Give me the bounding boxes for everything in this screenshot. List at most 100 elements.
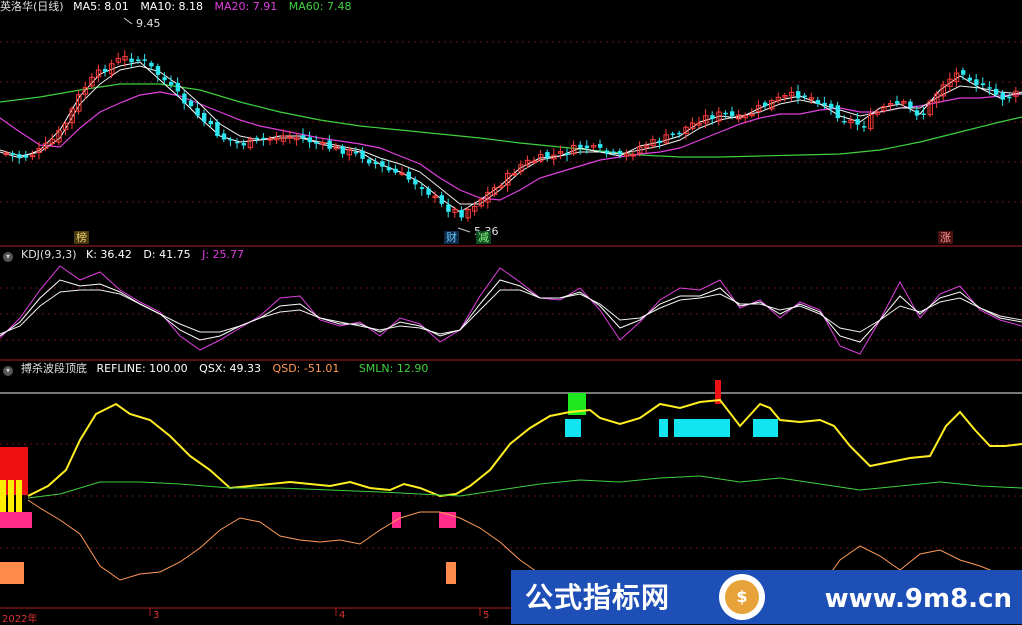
- candle-body: [419, 187, 425, 189]
- event-tag-cai[interactable]: 财: [444, 231, 459, 244]
- candle-body: [413, 179, 418, 185]
- candle-body: [835, 105, 840, 119]
- candle-body: [895, 101, 900, 104]
- ma10-label: MA10: 8.18: [140, 0, 204, 13]
- candle-body: [1007, 96, 1012, 99]
- collapse-icon[interactable]: ▾: [3, 252, 13, 262]
- cyan-bar-2: [659, 419, 668, 437]
- candle-body: [406, 171, 411, 180]
- grid-bottom: [0, 443, 1022, 549]
- x-axis-label-mar: 3: [153, 610, 160, 621]
- candle-body: [327, 140, 332, 149]
- kdj-k-label: K: 36.42: [86, 248, 132, 261]
- event-tag-zhang[interactable]: 涨: [938, 231, 953, 244]
- high-price-label: 9.45: [136, 17, 161, 30]
- ma20-line: [0, 91, 1022, 201]
- candle-body: [188, 100, 194, 107]
- magenta-bar-left: [0, 512, 32, 528]
- event-tag-jian[interactable]: 减: [476, 231, 491, 244]
- candle-body: [235, 141, 240, 144]
- candle-body: [228, 139, 233, 141]
- candle-body: [386, 167, 392, 171]
- candle-body: [261, 137, 266, 140]
- candle-body: [914, 110, 920, 116]
- orange-bar-1: [446, 562, 456, 584]
- candle-body: [215, 122, 220, 137]
- watermark-left-text: 公式指标网: [525, 581, 671, 614]
- candle-body: [598, 144, 603, 148]
- candle-body: [829, 103, 834, 109]
- candle-body: [994, 88, 999, 95]
- refline-label: REFLINE: 100.00: [96, 362, 188, 375]
- event-tag-bang[interactable]: 榜: [74, 231, 89, 244]
- candle-body: [974, 79, 979, 86]
- candle-body: [307, 137, 312, 143]
- candle-body: [162, 77, 167, 81]
- candle-body: [815, 100, 821, 105]
- candle-body: [545, 152, 550, 158]
- candle-body: [393, 168, 398, 173]
- candle-body: [855, 119, 860, 125]
- candle-body: [360, 150, 365, 159]
- ma20-label: MA20: 7.91: [214, 0, 278, 13]
- candle-body: [796, 91, 801, 99]
- candle-body: [677, 132, 682, 135]
- ma10-line: [0, 65, 1022, 205]
- candle-body: [142, 59, 147, 61]
- kdj-j-label: J: 25.77: [202, 248, 245, 261]
- candle-body: [657, 140, 662, 144]
- candle-body: [604, 150, 609, 154]
- x-axis-label-may: 5: [483, 610, 490, 621]
- qsx-line: [27, 398, 1022, 498]
- candle-body: [908, 101, 913, 108]
- orange-bar-left: [0, 562, 24, 584]
- candle-body: [710, 115, 715, 119]
- candle-body: [723, 112, 728, 115]
- candle-body: [426, 188, 431, 195]
- kdj-j-line: [0, 265, 1022, 355]
- collapse-icon[interactable]: ▾: [3, 366, 13, 376]
- bottom-panel-header: ▾ 搏杀波段顶底 REFLINE: 100.00 QSX: 49.33 QSD: …: [0, 362, 436, 376]
- candle-body: [175, 82, 180, 92]
- candle-body: [195, 108, 200, 116]
- ma60-label: MA60: 7.48: [288, 0, 352, 13]
- qsd-label: QSD: -51.01: [272, 362, 340, 375]
- candle-body: [822, 102, 827, 106]
- candle-body: [155, 66, 161, 75]
- candle-body: [367, 159, 372, 164]
- candle-body: [967, 77, 972, 81]
- ma5-label: MA5: 8.01: [73, 0, 129, 13]
- kdj-k-line: [0, 279, 1022, 343]
- candle-body: [802, 95, 807, 97]
- candle-body: [578, 144, 583, 148]
- candle-body: [353, 152, 359, 154]
- indicator-name[interactable]: 搏杀波段顶底: [21, 362, 87, 375]
- candle-body: [862, 126, 867, 128]
- kdj-name[interactable]: KDJ(9,3,3): [21, 248, 77, 261]
- candle-body: [17, 154, 22, 158]
- candle-body: [842, 120, 847, 123]
- candle-body: [10, 153, 15, 155]
- candle-body: [730, 111, 735, 117]
- candle-body: [980, 83, 986, 86]
- candle-body: [340, 146, 345, 154]
- candle-body: [961, 70, 966, 75]
- cyan-bar-1: [565, 419, 581, 437]
- candle-body: [565, 153, 570, 155]
- candle-body: [439, 195, 444, 204]
- candle-body: [584, 145, 590, 149]
- qsx-label: QSX: 49.33: [199, 362, 262, 375]
- cyan-bar-4: [753, 419, 778, 437]
- smln-line: [27, 475, 1022, 499]
- candle-body: [182, 93, 187, 104]
- candle-body: [103, 68, 108, 72]
- candle-body: [23, 155, 29, 158]
- candle-body: [446, 204, 451, 212]
- watermark-banner: 公式指标网 $ www.9m8.cn: [511, 570, 1022, 624]
- x-axis-label-apr: 4: [339, 610, 346, 621]
- stock-name[interactable]: 英洛华(日线): [0, 0, 64, 13]
- low-marker-line: [457, 227, 471, 233]
- candle-body: [149, 62, 154, 67]
- candle-body: [314, 141, 319, 144]
- candle-body: [459, 209, 464, 218]
